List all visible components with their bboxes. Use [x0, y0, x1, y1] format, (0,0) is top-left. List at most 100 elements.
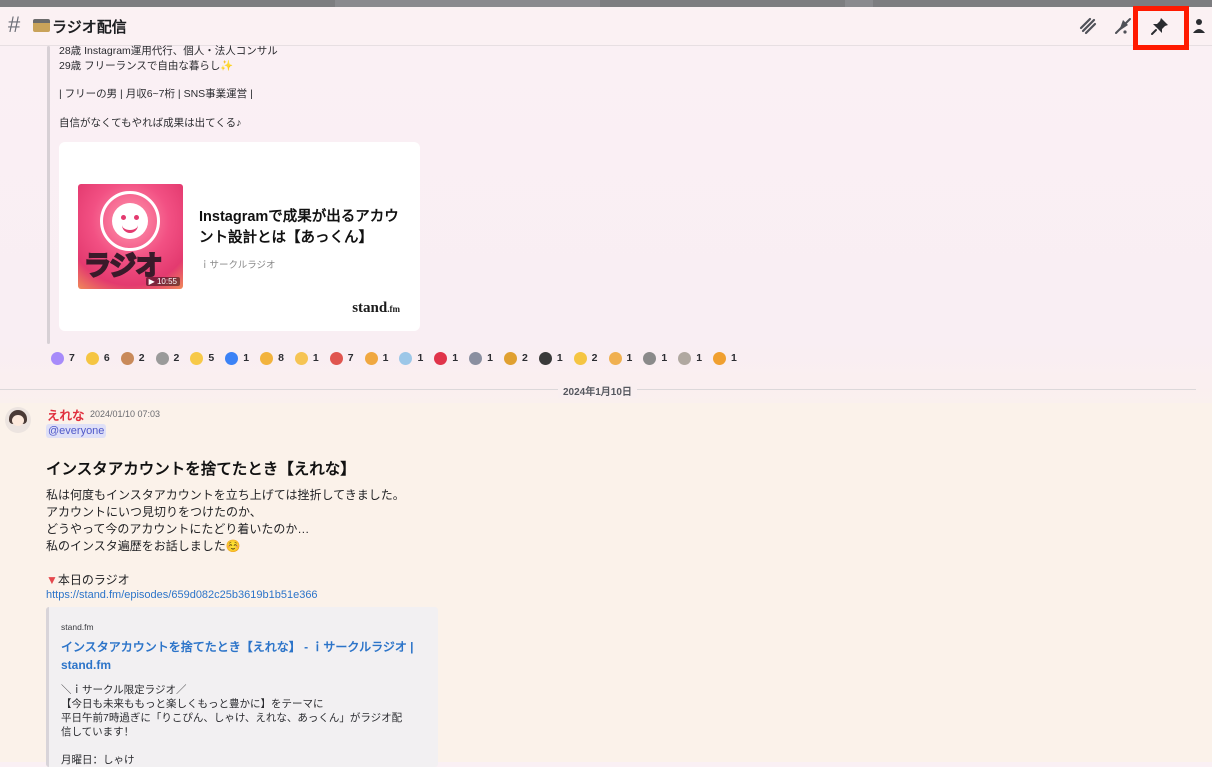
- brand-suffix: .fm: [387, 304, 400, 314]
- reaction-chip[interactable]: 7: [51, 350, 75, 366]
- message-line: アカウントにいつ見切りをつけたのか、: [46, 505, 262, 519]
- message-line: 29歳 フリーランスで自由な暮らし✨: [59, 60, 234, 72]
- reaction-count: 2: [591, 352, 598, 364]
- reaction-count: 7: [69, 352, 75, 364]
- link-embed: stand.fm インスタアカウントを捨てたとき【えれな】 - ｉサークルラジオ…: [46, 607, 438, 767]
- reaction-emoji-icon: [85, 351, 99, 365]
- reaction-count: 1: [556, 352, 563, 364]
- reaction-emoji-icon: [225, 351, 239, 365]
- message-line: 28歳 Instagram運用代行、個人・法人コンサル: [59, 45, 278, 57]
- reaction-chip[interactable]: 6: [85, 350, 110, 366]
- message-title: インスタアカウントを捨てたとき【えれな】: [46, 461, 356, 478]
- embed-site: stand.fm: [61, 622, 94, 632]
- reaction-count: 1: [243, 352, 250, 364]
- reaction-emoji-icon: [364, 351, 378, 365]
- message-line: | フリーの男 | 月収6~7桁 | SNS事業運営 |: [59, 88, 253, 100]
- member-list-icon[interactable]: [1190, 14, 1210, 38]
- today-radio-label: ▼本日のラジオ: [46, 571, 130, 588]
- reaction-chip[interactable]: 1: [294, 350, 319, 366]
- message-line: 私のインスタ遍歴をお話しました☺️: [46, 539, 241, 553]
- reaction-chip[interactable]: 2: [155, 350, 180, 366]
- reaction-emoji-icon: [399, 351, 413, 365]
- radio-emoji-icon: [33, 19, 50, 32]
- channel-hash-icon: #: [8, 12, 21, 37]
- message-timestamp: 2024/01/10 07:03: [90, 409, 161, 419]
- reaction-emoji-icon: [713, 351, 727, 365]
- message-line: 私は何度もインスタアカウントを立ち上げては挫折してきました。: [46, 488, 405, 502]
- reaction-emoji-icon: [538, 351, 552, 365]
- reaction-chip[interactable]: 1: [225, 350, 249, 366]
- card-subtitle: ｉサークルラジオ: [200, 260, 276, 271]
- reaction-chip[interactable]: 5: [190, 350, 214, 366]
- reaction-chip[interactable]: 2: [120, 350, 145, 366]
- everyone-mention[interactable]: @everyone: [46, 424, 107, 438]
- reaction-emoji-icon: [573, 351, 587, 365]
- reaction-count: 5: [208, 352, 215, 364]
- reaction-chip[interactable]: 1: [364, 350, 389, 366]
- reaction-count: 1: [661, 352, 668, 364]
- avatar[interactable]: [5, 407, 31, 433]
- date-divider-label: 2024年1月10日: [558, 383, 637, 398]
- embed-desc-line: 月曜日：しゃけ: [61, 754, 135, 766]
- reaction-chip[interactable]: 1: [469, 350, 493, 366]
- link-preview-card[interactable]: ラジオ ▶ 10:55 Instagramで成果が出るアカウント設計とは【あっく…: [59, 142, 420, 331]
- reaction-emoji-icon: [503, 351, 517, 365]
- embed-desc-line: 信しています！: [61, 726, 135, 738]
- message-author[interactable]: えれな: [47, 405, 85, 424]
- reaction-count: 6: [103, 352, 110, 364]
- reaction-emoji-icon: [260, 351, 274, 365]
- reaction-chip[interactable]: 1: [713, 350, 737, 366]
- notification-muted-icon[interactable]: [1111, 14, 1135, 38]
- reaction-count: 1: [452, 352, 459, 364]
- reaction-emoji-icon: [678, 351, 692, 365]
- reaction-emoji-icon: [294, 351, 308, 365]
- triangle-marker-icon: ▼: [46, 573, 58, 587]
- standfm-logo: stand.fm: [352, 300, 400, 317]
- reaction-count: 1: [487, 352, 493, 364]
- reaction-chip[interactable]: 8: [260, 350, 284, 366]
- embed-desc-line: 平日午前7時過ぎに「りこぴん、しゃけ、えれな、あっくん」がラジオ配: [61, 712, 403, 724]
- channel-header: # ラジオ配信: [0, 7, 1212, 46]
- reaction-chip[interactable]: 1: [608, 350, 633, 366]
- reaction-emoji-icon: [329, 351, 343, 365]
- reaction-emoji-icon: [190, 351, 204, 365]
- radio-thumbnail: ラジオ ▶ 10:55: [78, 184, 183, 289]
- reaction-emoji-icon: [469, 351, 483, 365]
- reaction-chip[interactable]: 2: [573, 350, 598, 366]
- reaction-chip[interactable]: 1: [434, 350, 458, 366]
- reaction-emoji-icon: [608, 351, 622, 365]
- reaction-chip[interactable]: 1: [643, 350, 667, 366]
- highlight-box: [1133, 6, 1189, 50]
- embed-title-link[interactable]: インスタアカウントを捨てたとき【えれな】 - ｉサークルラジオ | stand.…: [61, 638, 421, 674]
- reaction-emoji-icon: [155, 351, 169, 365]
- reaction-chip[interactable]: 7: [329, 350, 354, 366]
- window-tab-segment: [335, 0, 600, 7]
- reaction-count: 2: [173, 352, 180, 364]
- threads-icon[interactable]: [1076, 14, 1100, 38]
- episode-link[interactable]: https://stand.fm/episodes/659d082c25b361…: [46, 589, 318, 601]
- brand-text: stand: [352, 300, 388, 316]
- smile-icon: [100, 191, 160, 251]
- reaction-count: 2: [521, 352, 528, 364]
- reaction-emoji-icon: [51, 351, 64, 365]
- card-title[interactable]: Instagramで成果が出るアカウント設計とは【あっくん】: [199, 207, 409, 249]
- reaction-chip[interactable]: 1: [399, 350, 423, 366]
- message-line: どうやって今のアカウントにたどり着いたのか…: [46, 522, 310, 536]
- window-tab-segment: [845, 0, 873, 7]
- reaction-chip[interactable]: 2: [503, 350, 528, 366]
- reaction-count: 7: [347, 352, 354, 364]
- reaction-emoji-icon: [434, 351, 448, 365]
- channel-name: ラジオ配信: [52, 19, 127, 36]
- embed-desc-line: ＼ｉサークル限定ラジオ／: [61, 684, 187, 696]
- reaction-count: 8: [278, 352, 284, 364]
- reaction-count: 1: [417, 352, 424, 364]
- reaction-count: 1: [312, 352, 319, 364]
- reaction-count: 1: [626, 352, 633, 364]
- reaction-count: 1: [382, 352, 389, 364]
- embed-desc-line: 【今日も未来ももっと楽しくもっと豊かに】をテーマに: [61, 698, 324, 710]
- reaction-emoji-icon: [120, 351, 134, 365]
- duration-badge: ▶ 10:55: [145, 277, 180, 286]
- reaction-chip[interactable]: 1: [538, 350, 563, 366]
- reaction-chip[interactable]: 1: [678, 350, 702, 366]
- message-line: 自信がなくてもやれば成果は出てくる♪: [59, 117, 242, 129]
